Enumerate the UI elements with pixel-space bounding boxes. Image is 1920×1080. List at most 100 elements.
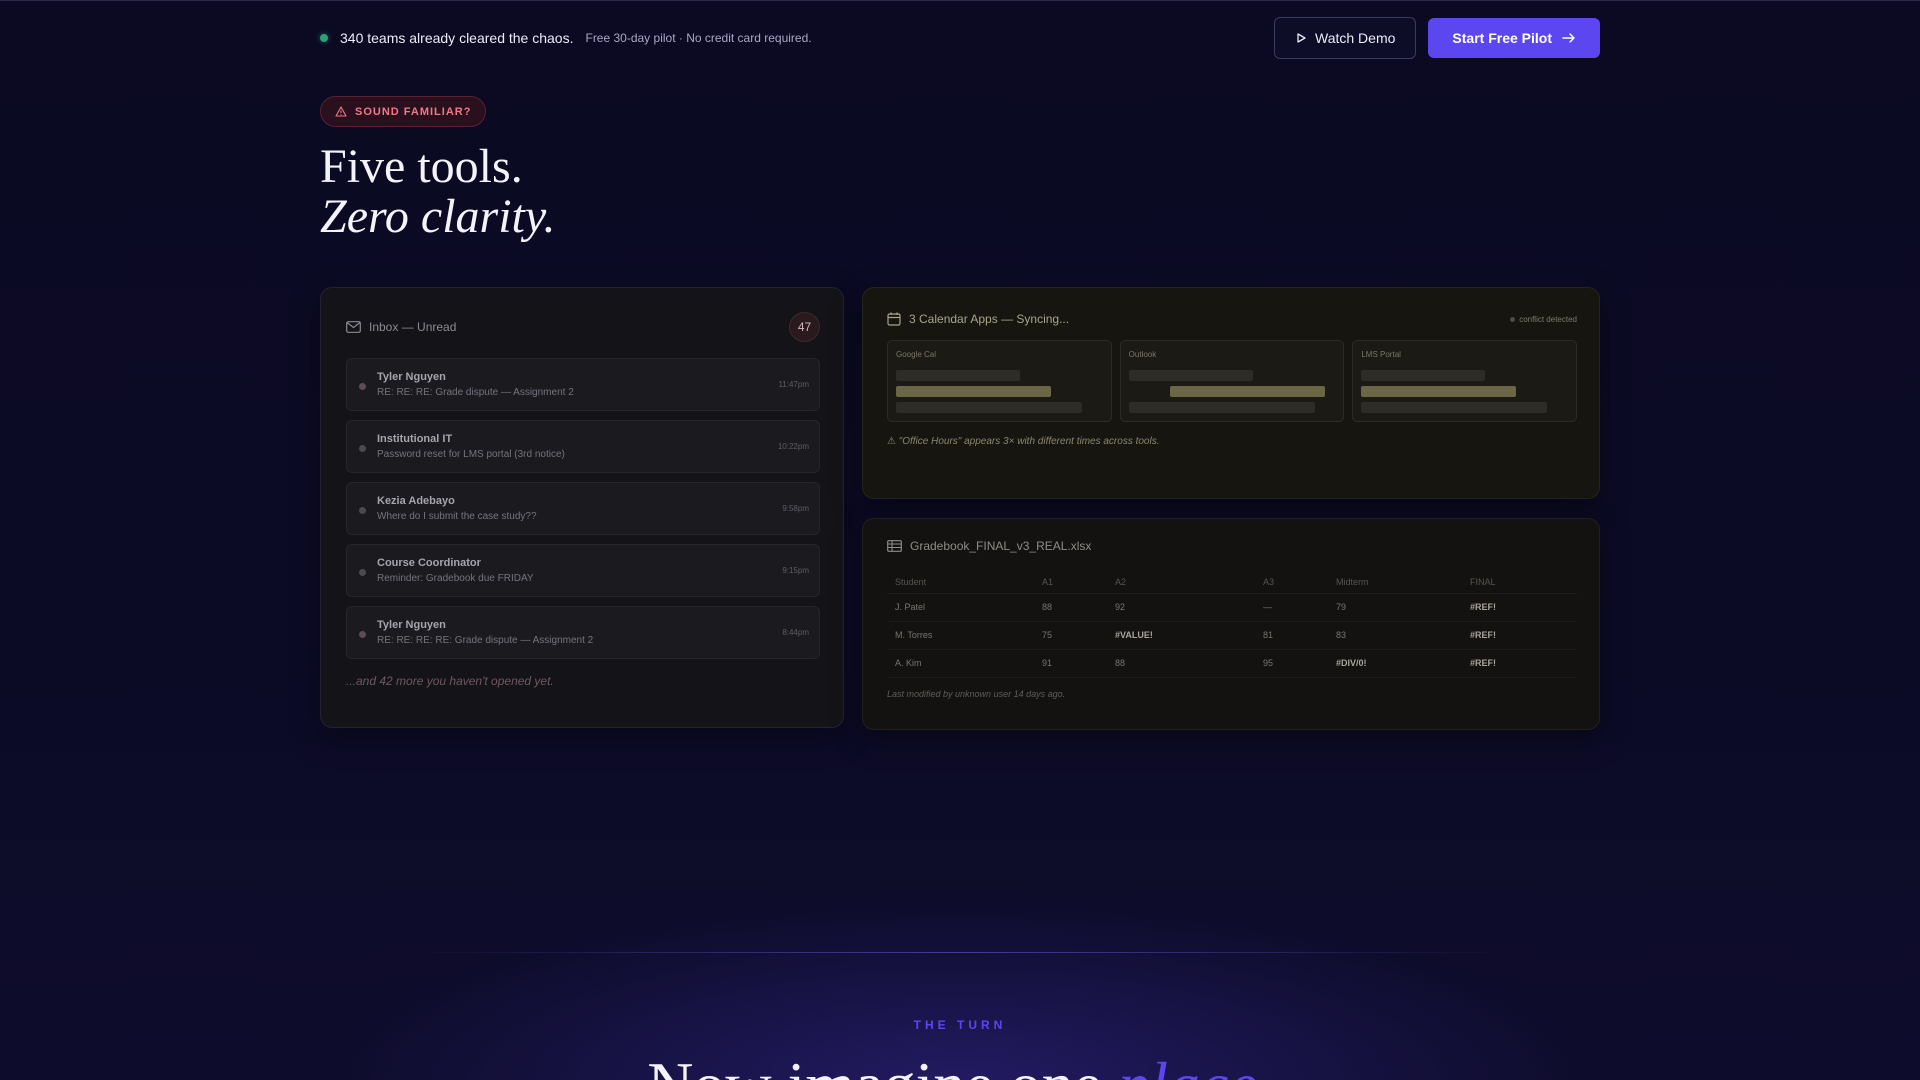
mail-icon: [346, 321, 361, 333]
watch-demo-button[interactable]: Watch Demo: [1274, 17, 1417, 59]
event-placeholder: [896, 370, 1020, 381]
badge-label: SOUND FAMILIAR?: [355, 105, 472, 118]
gradebook-card: Gradebook_FINAL_v3_REAL.xlsx Student A1 …: [862, 518, 1600, 730]
column-header: A2: [1107, 571, 1255, 594]
calendar-column-name: Google Cal: [896, 350, 937, 359]
mail-subject: RE: RE: RE: RE: Grade dispute — Assignme…: [377, 635, 594, 646]
hero-title: Five tools. Zero clarity.: [320, 140, 556, 243]
turn-title-start: Now imagine one: [647, 1049, 1118, 1080]
table-cell: 92: [1107, 593, 1255, 622]
column-header: Student: [887, 571, 1034, 594]
calendar-column-name: LMS Portal: [1361, 350, 1401, 359]
table-cell-error: #REF!: [1462, 593, 1577, 622]
event-placeholder: [896, 402, 1082, 413]
calendar-column-lms: LMS Portal: [1352, 340, 1578, 422]
start-pilot-label: Start Free Pilot: [1452, 30, 1552, 46]
calendar-icon: [887, 312, 901, 326]
inbox-card: Inbox — Unread 47 Tyler Nguyen RE: RE: R…: [320, 287, 844, 728]
calendar-columns: Google Cal Outlook LMS Portal: [887, 340, 1578, 422]
turn-title: Now imagine one place.: [0, 1050, 1920, 1080]
arrow-right-icon: [1562, 32, 1576, 44]
column-header: A3: [1255, 571, 1328, 594]
mail-subject: Where do I submit the case study??: [377, 511, 537, 522]
event-placeholder-highlight: [1169, 386, 1325, 397]
table-cell: 95: [1255, 649, 1328, 678]
teams-count-text: 340 teams already cleared the chaos.: [340, 30, 574, 46]
event-placeholder: [1361, 370, 1486, 381]
mail-sender: Tyler Nguyen: [377, 371, 446, 383]
table-cell: 75: [1034, 621, 1107, 650]
mail-item[interactable]: Institutional IT Password reset for LMS …: [346, 420, 820, 473]
gradebook-title: Gradebook_FINAL_v3_REAL.xlsx: [910, 539, 1092, 553]
social-proof-bar: 340 teams already cleared the chaos. Fre…: [320, 17, 1600, 59]
event-placeholder: [1361, 402, 1548, 413]
event-placeholder-highlight: [896, 386, 1051, 397]
mail-sender: Course Coordinator: [377, 557, 481, 569]
table-cell-error: #REF!: [1462, 649, 1577, 678]
play-icon: [1295, 32, 1307, 44]
unread-dot: [359, 507, 366, 514]
calendar-warning: ⚠ "Office Hours" appears 3× with differe…: [887, 436, 1160, 447]
table-cell-error: #VALUE!: [1107, 621, 1255, 650]
mail-sender: Tyler Nguyen: [377, 619, 446, 631]
gradebook-footer: Last modified by unknown user 14 days ag…: [887, 689, 1066, 699]
table-cell: 81: [1255, 621, 1328, 650]
table-cell: 79: [1328, 593, 1462, 622]
mail-sender: Institutional IT: [377, 433, 453, 445]
page-container: 340 teams already cleared the chaos. Fre…: [320, 0, 1600, 1080]
calendar-header: 3 Calendar Apps — Syncing... conflict de…: [887, 312, 1577, 326]
section-divider: [400, 952, 1520, 953]
table-row: M. Torres 75 #VALUE! 81 83 #REF!: [887, 621, 1577, 650]
column-header: FINAL: [1462, 571, 1577, 594]
mail-sender: Kezia Adebayo: [377, 495, 455, 507]
table-row: A. Kim 91 88 95 #DIV/0! #REF!: [887, 649, 1577, 678]
unread-count-badge: 47: [789, 312, 820, 342]
mail-time: 9:15pm: [782, 566, 809, 575]
event-placeholder-highlight: [1361, 386, 1517, 397]
column-header: A1: [1034, 571, 1107, 594]
mail-subject: Password reset for LMS portal (3rd notic…: [377, 449, 565, 460]
unread-dot: [359, 383, 366, 390]
live-indicator-dot: [320, 34, 328, 42]
calendar-title: 3 Calendar Apps — Syncing...: [909, 312, 1070, 326]
table-cell: 91: [1034, 649, 1107, 678]
unread-dot: [359, 631, 366, 638]
table-cell-error: #DIV/0!: [1328, 649, 1462, 678]
unread-dot: [359, 445, 366, 452]
inbox-header: Inbox — Unread 47: [346, 312, 820, 342]
table-header-row: Student A1 A2 A3 Midterm FINAL: [887, 571, 1577, 594]
cta-group: Watch Demo Start Free Pilot: [1274, 17, 1600, 59]
table-cell: M. Torres: [887, 621, 1034, 650]
mail-subject: Reminder: Gradebook due FRIDAY: [377, 573, 534, 584]
mail-time: 8:44pm: [782, 628, 809, 637]
start-free-pilot-button[interactable]: Start Free Pilot: [1428, 18, 1600, 58]
hero-title-line2: Zero clarity.: [320, 190, 556, 243]
mail-item[interactable]: Tyler Nguyen RE: RE: RE: Grade dispute —…: [346, 358, 820, 411]
event-placeholder: [1128, 370, 1253, 381]
sound-familiar-badge: SOUND FAMILIAR?: [320, 96, 487, 127]
conflict-dot: [1510, 316, 1516, 322]
table-cell: 88: [1034, 593, 1107, 622]
hero-title-line1: Five tools.: [320, 140, 523, 193]
mail-time: 11:47pm: [778, 380, 809, 389]
mail-item[interactable]: Course Coordinator Reminder: Gradebook d…: [346, 544, 820, 597]
event-placeholder: [1128, 402, 1315, 413]
spreadsheet-icon: [887, 540, 902, 552]
inbox-more-text: ...and 42 more you haven't opened yet.: [346, 674, 554, 688]
unread-dot: [359, 569, 366, 576]
mail-item[interactable]: Kezia Adebayo Where do I submit the case…: [346, 482, 820, 535]
gradebook-table: Student A1 A2 A3 Midterm FINAL J. Patel …: [887, 571, 1577, 678]
pilot-note: Free 30-day pilot · No credit card requi…: [585, 31, 812, 45]
mail-subject: RE: RE: RE: Grade dispute — Assignment 2: [377, 387, 574, 398]
mail-time: 9:58pm: [782, 504, 809, 513]
conflict-indicator: conflict detected: [1510, 315, 1577, 324]
table-cell-error: #REF!: [1462, 621, 1577, 650]
mail-item[interactable]: Tyler Nguyen RE: RE: RE: RE: Grade dispu…: [346, 606, 820, 659]
calendar-column-outlook: Outlook: [1119, 340, 1345, 422]
turn-label: THE TURN: [913, 1018, 1007, 1032]
column-header: Midterm: [1328, 571, 1462, 594]
mail-time: 10:22pm: [777, 442, 809, 451]
calendar-column-name: Outlook: [1128, 350, 1157, 359]
mail-list: Tyler Nguyen RE: RE: RE: Grade dispute —…: [346, 358, 820, 668]
table-cell: —: [1255, 593, 1328, 622]
